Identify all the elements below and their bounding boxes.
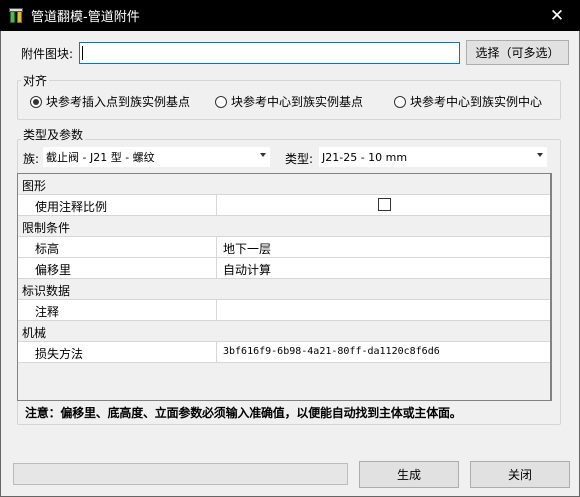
grid-divider <box>550 174 551 400</box>
select-multiple-button[interactable]: 选择（可多选） <box>466 40 569 65</box>
chevron-down-icon <box>260 153 266 157</box>
close-button[interactable]: 关闭 <box>470 461 570 488</box>
type-label: 类型: <box>285 152 314 166</box>
progress-bar <box>13 463 348 485</box>
generate-button[interactable]: 生成 <box>359 461 459 488</box>
radio-center-to-base[interactable]: 块参考中心到族实例基点 <box>215 93 363 110</box>
offset-value[interactable]: 自动计算 <box>223 261 271 278</box>
category-row-identity[interactable]: 标识数据 <box>18 279 551 300</box>
notice-text: 注意：偏移里、底高度、立面参数必须输入准确值，以便能自动找到主体或主体面。 <box>25 406 462 420</box>
category-row-constraints[interactable]: 限制条件 <box>18 216 551 237</box>
property-row-annotation-scale[interactable]: 使用注释比例 <box>18 195 551 216</box>
app-icon <box>9 7 25 24</box>
family-combo[interactable]: 截止阀 - J21 型 - 螺纹 <box>43 147 270 167</box>
text-caret <box>82 46 83 60</box>
close-icon[interactable]: ✕ <box>534 0 580 31</box>
radio-center-to-center[interactable]: 块参考中心到族实例中心 <box>394 93 542 110</box>
annotation-scale-checkbox[interactable] <box>378 198 391 211</box>
property-row-level[interactable]: 标高 地下一层 <box>18 237 551 258</box>
level-value[interactable]: 地下一层 <box>223 240 271 257</box>
title-bar: 管道翻模-管道附件 ✕ <box>0 0 580 31</box>
attachment-label: 附件图块: <box>21 47 74 61</box>
attachment-input[interactable] <box>79 42 460 64</box>
category-row-graphics[interactable]: 图形 <box>18 174 551 195</box>
property-row-comment[interactable]: 注释 <box>18 300 551 321</box>
type-combo[interactable]: J21-25 - 10 mm <box>319 147 547 167</box>
align-group-title: 对齐 <box>21 72 50 89</box>
radio-circle-icon <box>394 95 406 108</box>
radio-insert-to-base[interactable]: 块参考插入点到族实例基点 <box>30 93 190 110</box>
category-row-mechanical[interactable]: 机械 <box>18 321 551 342</box>
property-row-loss-method[interactable]: 损失方法 3bf616f9-6b98-4a21-80ff-da1120c8f6d… <box>18 342 551 363</box>
window-title: 管道翻模-管道附件 <box>31 10 140 25</box>
chevron-down-icon <box>537 153 543 157</box>
radio-circle-icon <box>215 95 227 108</box>
type-params-title: 类型及参数 <box>21 126 86 143</box>
family-label: 族: <box>23 152 40 166</box>
loss-method-value[interactable]: 3bf616f9-6b98-4a21-80ff-da1120c8f6d6 <box>223 346 440 357</box>
property-grid: 图形 使用注释比例 限制条件 标高 地下一层 偏移里 自动计算 标识数据 注释 … <box>17 173 552 401</box>
property-row-offset[interactable]: 偏移里 自动计算 <box>18 258 551 279</box>
radio-circle-icon <box>30 95 42 108</box>
